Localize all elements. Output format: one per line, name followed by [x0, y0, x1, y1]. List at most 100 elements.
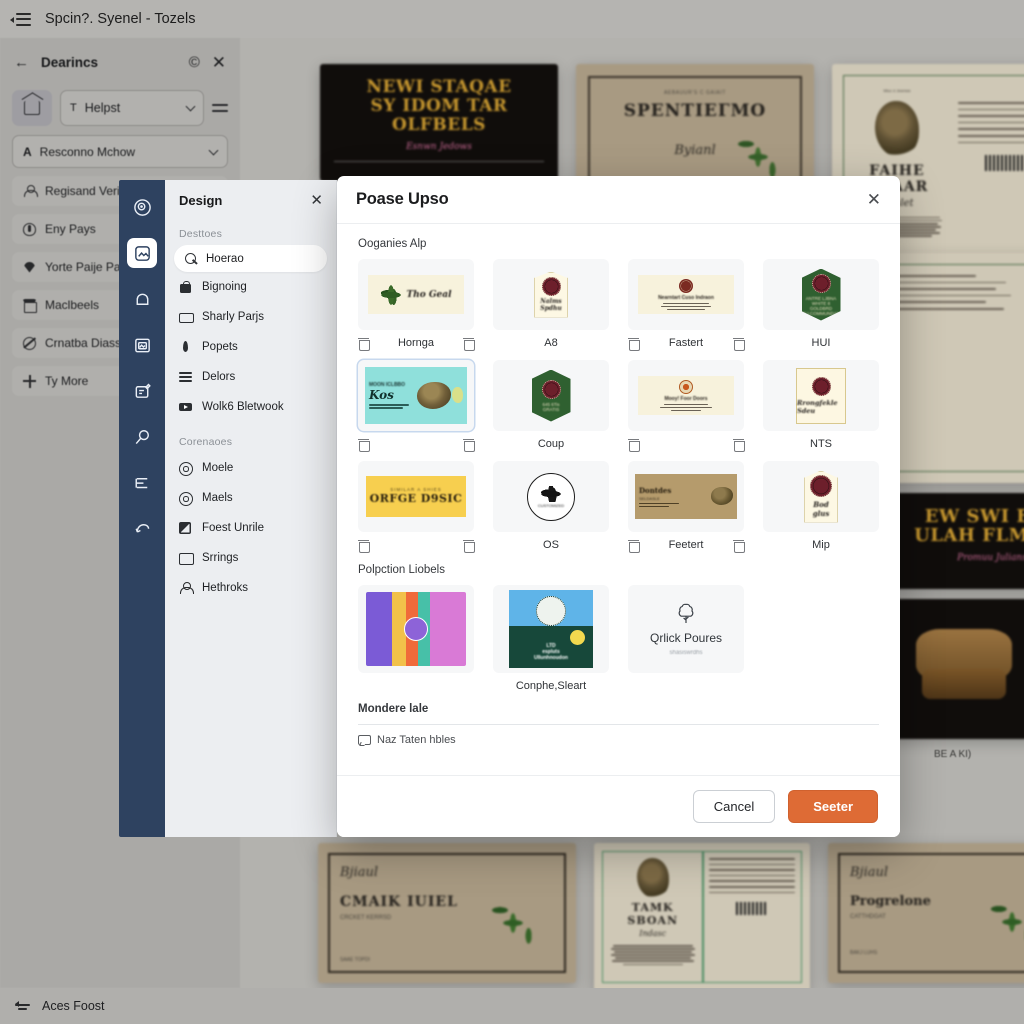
design-item-popets[interactable]: Popets	[165, 332, 336, 362]
poster-title: TAMK SBOAN	[627, 901, 679, 927]
thumbnail-image[interactable]: Mooy! Foor Doors	[628, 360, 744, 431]
thumbnail-image[interactable]: Tho Geal	[358, 259, 474, 330]
design-item-wolk6-bletwook[interactable]: Wolk6 Bletwook	[165, 392, 336, 422]
thumbnail-cell[interactable]: CUSTOMIZED OS	[493, 461, 609, 562]
design-item-sharly-parjs[interactable]: Sharly Parjs	[165, 302, 336, 332]
thumbnail-cell[interactable]: Nearntart Cuso Indraon Fastert	[628, 259, 745, 360]
trash-icon[interactable]	[463, 539, 475, 553]
thumbnail-image[interactable]: Dontdes SELDASLE	[628, 461, 744, 532]
thumbnail-image[interactable]: LTD espluts Ullunhnoudon	[493, 585, 609, 673]
thumbnail-cell[interactable]: Rrongfekle Sdeu NTS	[763, 360, 879, 461]
design-item-bignoing[interactable]: Bignoing	[165, 272, 336, 302]
thumbnail-image[interactable]: Nearntart Cuso Indraon	[628, 259, 744, 330]
thumbnail-image[interactable]: MOON ICLBBO Kos	[358, 360, 474, 431]
bell-icon	[136, 293, 148, 305]
thumbnail-cell[interactable]: ANTRE LJBNA WHITE 8 GOLDBRD ELLCOMMUNDAN H…	[763, 259, 879, 360]
trash-icon[interactable]	[732, 539, 745, 553]
thumbnail-image[interactable]: Qrlick Poures shasiswrdhs	[628, 585, 744, 673]
thumbnail-image[interactable]: Rrongfekle Sdeu	[763, 360, 879, 431]
thumbnail-caption-row: Coup	[493, 438, 609, 450]
trash-icon[interactable]	[628, 438, 640, 452]
thumbnail-image[interactable]: Nalms Spdhu	[493, 259, 609, 330]
thumbnail-cell[interactable]: MOON ICLBBO Kos	[358, 360, 475, 461]
quick-tile-title: Qrlick Poures	[649, 631, 723, 645]
trash-icon[interactable]	[463, 438, 475, 452]
design-item-srrings[interactable]: Srrings	[165, 543, 336, 573]
thumbnail-image[interactable]	[358, 585, 474, 673]
rail-item-target-logo[interactable]	[127, 192, 157, 222]
target-logo-icon	[133, 198, 151, 216]
design-panel-header: Design ✕	[165, 180, 336, 220]
thumbnail-image[interactable]: ANTRE LJBNA WHITE 8 GOLDBRD ELLCOMMUNDAN	[763, 259, 879, 330]
poster-line-2: SY IDOM TAR OLFBELS	[370, 96, 508, 135]
submit-button[interactable]: Seeter	[788, 790, 878, 823]
poster-bottom-left[interactable]: Bjiaul CMAIK IUIEL CRCKET KERRSD SAAE TO…	[318, 843, 576, 983]
thumbnail-image[interactable]: Bod glus	[763, 461, 879, 532]
trash-icon[interactable]	[733, 438, 745, 452]
trash-icon[interactable]	[462, 337, 475, 351]
trash-icon[interactable]	[628, 337, 640, 351]
close-icon[interactable]: ✕	[867, 191, 881, 208]
thumbnail-caption-row: Mip	[763, 539, 879, 551]
rail-item-list-align[interactable]	[127, 468, 157, 498]
poster-sub: Indasc	[639, 929, 667, 938]
poster-mid-dark[interactable]: EW SWI ERL ULAH FLMELS Promuu Julians	[892, 493, 1024, 589]
design-item-hethroks[interactable]: Hethroks	[165, 573, 336, 603]
home-button[interactable]	[12, 90, 52, 126]
thumbnail-caption-row: A8	[493, 337, 609, 349]
hamburger-menu-icon[interactable]	[10, 12, 31, 26]
design-item-delors[interactable]: Delors	[165, 362, 336, 392]
bag-icon	[179, 281, 192, 293]
align-icon[interactable]	[212, 103, 228, 114]
rail-item-search[interactable]	[127, 422, 157, 452]
poster-top-dark[interactable]: NEWI STAQAE SY IDOM TAR OLFBELS Esnwn Je…	[320, 64, 558, 181]
thumbnail-cell[interactable]: 645 6Tis GRATIS Coup	[493, 360, 609, 461]
thumbnail-cell[interactable]: LTD espluts Ullunhnoudon Conphe,Sleart	[493, 585, 609, 703]
trash-icon[interactable]	[358, 539, 370, 553]
thumbnail-caption-row	[358, 539, 475, 553]
trash-icon[interactable]	[358, 438, 370, 452]
design-item-foest-unrile[interactable]: Foest Unrile	[165, 513, 336, 543]
rail-item-undo[interactable]	[127, 514, 157, 544]
thumbnail-cell[interactable]: Nalms Spdhu A8	[493, 259, 609, 360]
thumbnail-cell[interactable]: Bod glus Mip	[763, 461, 879, 562]
rail-item-bell[interactable]	[127, 284, 157, 314]
modal-body: Ooganies Alp Tho Geal Hornga Nalms Spdhu…	[337, 224, 900, 775]
thumbnail-cell[interactable]	[358, 585, 474, 703]
back-arrow-icon[interactable]: ←	[14, 55, 29, 70]
trash-icon[interactable]	[358, 337, 370, 351]
thumbnail-cell[interactable]: Mooy! Foor Doors	[628, 360, 745, 461]
trash-icon[interactable]	[732, 337, 745, 351]
droplet-icon	[179, 341, 192, 353]
rail-item-note-edit[interactable]	[127, 376, 157, 406]
thumbnail-image[interactable]: SIMILAR A SHIES ORFGE D9SIC	[358, 461, 474, 532]
cancel-button[interactable]: Cancel	[692, 790, 776, 823]
thumbnail-cell[interactable]: Tho Geal Hornga	[358, 259, 475, 360]
poster-bottom-mid[interactable]: TAMK SBOAN Indasc	[594, 843, 810, 988]
trash-icon[interactable]	[628, 539, 640, 553]
font-select[interactable]: T Helpst	[60, 90, 204, 126]
poster-mid-burger[interactable]	[892, 599, 1024, 739]
close-icon[interactable]: ✕	[310, 193, 323, 208]
thumbnail-cell[interactable]: SIMILAR A SHIES ORFGE D9SIC	[358, 461, 475, 562]
thumbnail-image[interactable]: CUSTOMIZED	[493, 461, 609, 532]
style-select[interactable]: A Resconno Mchow	[12, 135, 228, 168]
design-item-moele[interactable]: Moele	[165, 453, 336, 483]
design-item-maels[interactable]: Maels	[165, 483, 336, 513]
design-item-label: Moele	[202, 462, 234, 474]
design-search-input[interactable]: Hoerao	[174, 245, 327, 272]
close-icon[interactable]: ✕	[212, 54, 226, 71]
status-bar-label: Aces Foost	[42, 999, 105, 1013]
copyright-icon[interactable]: ©	[189, 55, 200, 70]
rail-item-image-frame[interactable]	[127, 238, 157, 268]
rail-item-photo-card[interactable]	[127, 330, 157, 360]
more-row[interactable]: Naz Taten hbles	[358, 725, 879, 746]
thumbnail-image[interactable]: 645 6Tis GRATIS	[493, 360, 609, 431]
font-prefix-icon: T	[70, 102, 77, 114]
shield-icon	[23, 222, 36, 236]
poster-bottom-right[interactable]: Bjiaul Progrelone CATTHDGAT BAKJ LUHS	[828, 843, 1024, 983]
thumbnail-cell[interactable]: Dontdes SELDASLE Feetert	[628, 461, 745, 562]
left-panel-title: Dearincs	[41, 54, 99, 70]
thumbnail-caption: Feetert	[668, 539, 704, 551]
thumbnail-cell[interactable]: Qrlick Poures shasiswrdhs	[628, 585, 744, 703]
